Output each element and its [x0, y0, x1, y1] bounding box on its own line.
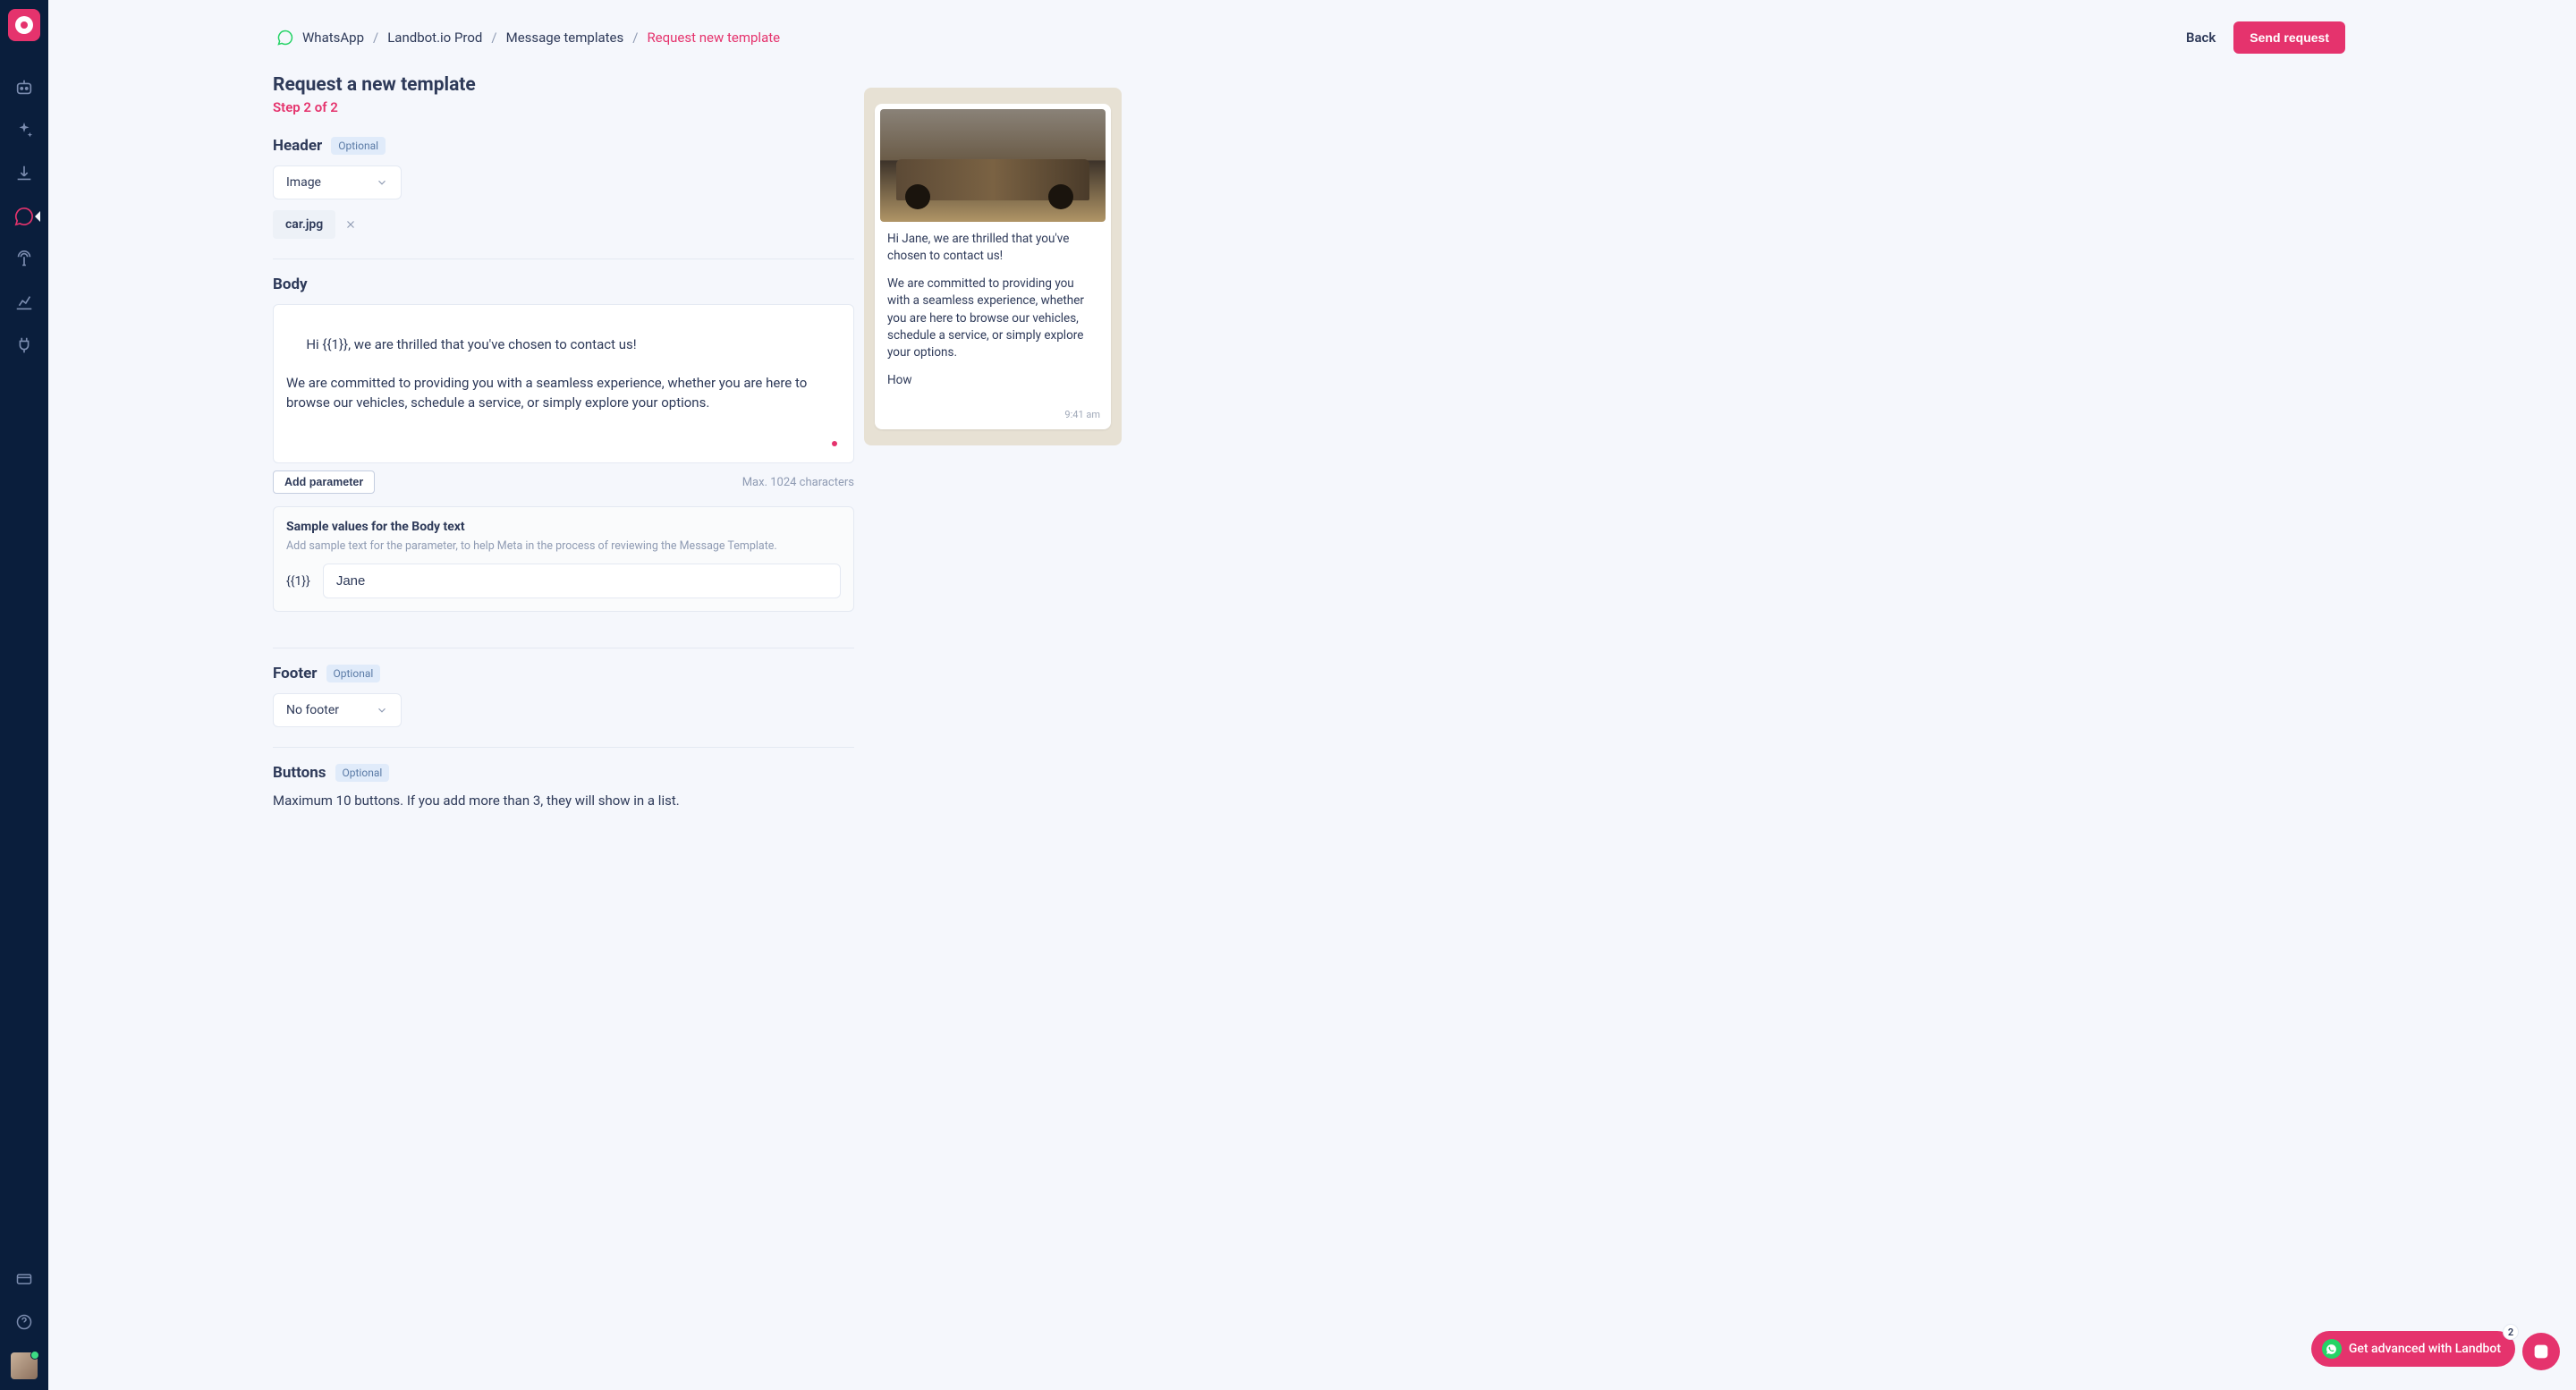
- chevron-down-icon: [376, 176, 388, 189]
- preview-panel: Hi Jane, we are thrilled that you've cho…: [864, 88, 1122, 445]
- get-advanced-button[interactable]: Get advanced with Landbot 2: [2311, 1331, 2515, 1367]
- preview-card: Hi Jane, we are thrilled that you've cho…: [875, 104, 1111, 429]
- section-title-body: Body: [273, 275, 308, 293]
- remove-file-button[interactable]: [344, 218, 357, 231]
- section-title-footer: Footer: [273, 665, 318, 682]
- breadcrumb-item[interactable]: Message templates: [506, 30, 624, 46]
- avatar[interactable]: [11, 1352, 38, 1379]
- whatsapp-breadcrumb-icon: [277, 30, 293, 46]
- help-icon[interactable]: [13, 1311, 35, 1333]
- section-title-buttons: Buttons: [273, 764, 326, 782]
- preview-image: [880, 109, 1106, 222]
- section-body: Body Hi {{1}}, we are thrilled that you'…: [273, 275, 854, 648]
- optional-badge: Optional: [335, 764, 390, 782]
- breadcrumb-item[interactable]: Landbot.io Prod: [387, 30, 482, 46]
- whatsapp-circle-icon: [2322, 1339, 2342, 1359]
- whatsapp-icon[interactable]: [13, 206, 35, 227]
- preview-line: How: [887, 372, 1098, 389]
- integrations-icon[interactable]: [13, 335, 35, 356]
- page-header: WhatsApp / Landbot.io Prod / Message tem…: [277, 21, 2345, 54]
- broadcast-icon[interactable]: [13, 249, 35, 270]
- intercom-button[interactable]: [2522, 1333, 2560, 1370]
- error-dot-icon: [832, 441, 837, 446]
- breadcrumb-item[interactable]: WhatsApp: [302, 30, 364, 46]
- breadcrumb-current: Request new template: [647, 30, 780, 46]
- back-button[interactable]: Back: [2186, 30, 2216, 46]
- header-type-select[interactable]: Image: [273, 165, 402, 199]
- buttons-description: Maximum 10 buttons. If you add more than…: [273, 792, 854, 809]
- section-title-header: Header: [273, 137, 322, 155]
- char-count: Max. 1024 characters: [742, 476, 854, 489]
- chevron-down-icon: [376, 704, 388, 716]
- breadcrumb: WhatsApp / Landbot.io Prod / Message tem…: [277, 30, 780, 46]
- download-icon[interactable]: [13, 163, 35, 184]
- add-parameter-button[interactable]: Add parameter: [273, 470, 375, 494]
- section-buttons: Buttons Optional Maximum 10 buttons. If …: [273, 764, 854, 809]
- step-indicator: Step 2 of 2: [273, 99, 854, 115]
- file-chip: car.jpg: [273, 210, 335, 239]
- sample-title: Sample values for the Body text: [286, 520, 841, 534]
- preview-line: Hi Jane, we are thrilled that you've cho…: [887, 231, 1098, 265]
- page-title: Request a new template: [273, 74, 854, 96]
- section-header: Header Optional Image car.jpg: [273, 137, 854, 259]
- body-textarea[interactable]: Hi {{1}}, we are thrilled that you've ch…: [273, 304, 854, 463]
- optional-badge: Optional: [331, 137, 386, 155]
- preview-timestamp: 9:41 am: [880, 409, 1106, 420]
- bot-icon[interactable]: [13, 77, 35, 98]
- card-icon[interactable]: [13, 1268, 35, 1290]
- analytics-icon[interactable]: [13, 292, 35, 313]
- logo[interactable]: [8, 9, 40, 41]
- sparkle-icon[interactable]: [13, 120, 35, 141]
- sample-desc: Add sample text for the parameter, to he…: [286, 539, 841, 553]
- sidebar: [0, 0, 48, 1390]
- param-label: {{1}}: [286, 574, 310, 589]
- main-content: Request a new template Step 2 of 2 Heade…: [273, 74, 854, 825]
- sample-values-box: Sample values for the Body text Add samp…: [273, 506, 854, 612]
- preview-line: We are committed to providing you with a…: [887, 275, 1098, 361]
- notification-badge: 2: [2503, 1324, 2519, 1340]
- sample-value-input[interactable]: [323, 564, 841, 598]
- section-footer: Footer Optional No footer: [273, 665, 854, 748]
- optional-badge: Optional: [326, 665, 381, 682]
- send-request-button[interactable]: Send request: [2233, 21, 2345, 54]
- footer-select[interactable]: No footer: [273, 693, 402, 727]
